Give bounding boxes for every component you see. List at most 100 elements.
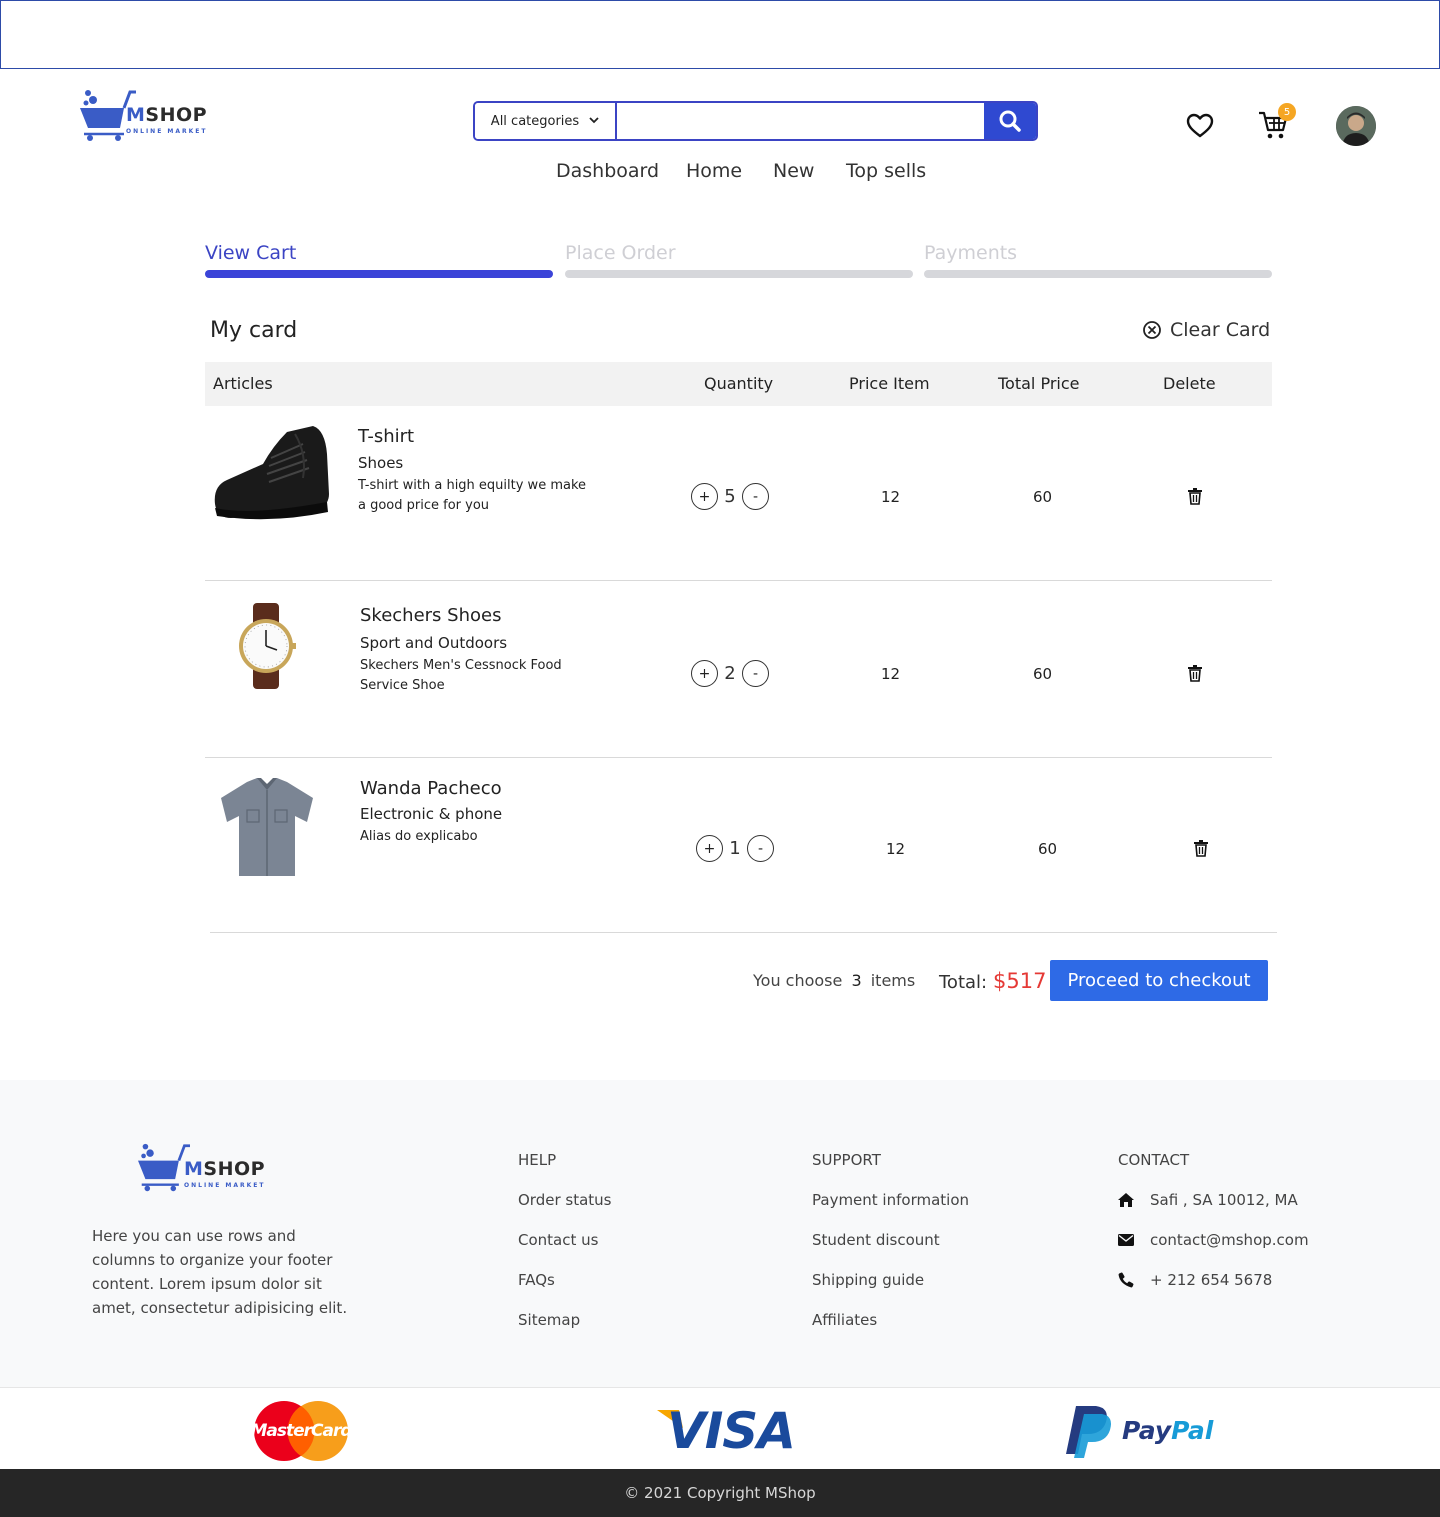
logo-tagline: ONLINE MARKET [126, 128, 208, 135]
table-row: Skechers Shoes Sport and Outdoors Skeche… [205, 581, 1272, 758]
col-total-price: Total Price [998, 374, 1080, 393]
product-image-shirt [217, 778, 317, 880]
nav-home[interactable]: Home [686, 160, 742, 182]
product-description: T-shirt with a high equilty we make a go… [358, 478, 587, 513]
quantity-value: 5 [724, 486, 736, 507]
product-category: Electronic & phone [360, 805, 503, 823]
quantity-decrease-button[interactable]: - [747, 835, 774, 862]
price-item: 12 [886, 840, 906, 858]
footer-contact-email[interactable]: contact@mshop.com [1118, 1231, 1309, 1249]
cart-count-badge: 5 [1278, 103, 1296, 121]
footer-link-order-status[interactable]: Order status [518, 1191, 612, 1209]
footer-logo-brand-rest: SHOP [203, 1158, 266, 1180]
total-price: 60 [1033, 488, 1053, 506]
footer-link-contact-us[interactable]: Contact us [518, 1231, 598, 1249]
items-count-prefix: You choose [753, 971, 843, 990]
close-circle-icon [1143, 321, 1161, 339]
step-bar-payments [924, 270, 1272, 278]
visa-text: VISA [667, 1402, 796, 1460]
product-category: Sport and Outdoors [360, 634, 508, 652]
copyright: © 2021 Copyright MShop [0, 1469, 1440, 1517]
footer-link-payment-information[interactable]: Payment information [812, 1191, 969, 1209]
price-item: 12 [881, 665, 901, 683]
footer-contact-address: Safi , SA 10012, MA [1118, 1191, 1298, 1209]
wishlist-button[interactable] [1185, 112, 1215, 140]
nav-new[interactable]: New [773, 160, 814, 182]
product-name[interactable]: Skechers Shoes [360, 605, 501, 626]
footer-link-faqs[interactable]: FAQs [518, 1271, 555, 1289]
col-quantity: Quantity [704, 374, 774, 393]
clear-card-button[interactable]: Clear Card [1142, 319, 1270, 341]
footer-address-text: Safi , SA 10012, MA [1150, 1191, 1298, 1209]
delete-item-button[interactable] [1188, 665, 1202, 686]
footer-logo[interactable]: MSHOP ONLINE MARKET [138, 1142, 266, 1192]
cart-logo-icon [138, 1142, 190, 1192]
footer-link-affiliates[interactable]: Affiliates [812, 1311, 877, 1329]
col-articles: Articles [213, 374, 273, 393]
product-category: Shoes [358, 454, 404, 472]
quantity-value: 2 [724, 663, 736, 684]
step-view-cart[interactable]: View Cart [205, 242, 296, 264]
nav-top-sells[interactable]: Top sells [846, 160, 926, 182]
clear-card-label: Clear Card [1170, 319, 1271, 341]
footer-contact-phone[interactable]: + 212 654 5678 [1118, 1271, 1272, 1289]
delete-item-button[interactable] [1194, 840, 1208, 861]
footer-description: Here you can use rows and columns to org… [92, 1227, 348, 1317]
summary-divider [210, 932, 1277, 933]
delete-item-button[interactable] [1188, 488, 1202, 509]
search-icon [999, 110, 1021, 132]
footer-logo-tagline: ONLINE MARKET [184, 1182, 266, 1189]
col-delete: Delete [1163, 374, 1216, 393]
quantity-decrease-button[interactable]: - [742, 483, 769, 510]
product-name[interactable]: Wanda Pacheco [360, 778, 502, 799]
proceed-to-checkout-button[interactable]: Proceed to checkout [1050, 960, 1268, 1001]
col-price-item: Price Item [849, 374, 930, 393]
quantity-increase-button[interactable]: + [696, 835, 723, 862]
visa-logo: VISA [657, 1402, 799, 1460]
main-nav: Dashboard Home New Top sells [0, 160, 1440, 186]
product-image-sneaker [211, 424, 331, 526]
footer-link-shipping-guide[interactable]: Shipping guide [812, 1271, 924, 1289]
envelope-icon [1118, 1234, 1134, 1246]
quantity-increase-button[interactable]: + [691, 660, 718, 687]
phone-icon [1118, 1272, 1134, 1288]
header-logo[interactable]: MSHOP ONLINE MARKET [80, 88, 208, 141]
trash-icon [1188, 488, 1202, 505]
items-count-suffix: items [870, 971, 916, 990]
footer-contact-heading: CONTACT [1118, 1151, 1190, 1169]
paypal-text-pay: Pay [1122, 1416, 1172, 1445]
mastercard-logo: MasterCard [248, 1399, 354, 1463]
quantity-increase-button[interactable]: + [691, 483, 718, 510]
footer-email-text: contact@mshop.com [1150, 1231, 1309, 1249]
logo-brand-rest: SHOP [145, 104, 208, 126]
nav-dashboard[interactable]: Dashboard [556, 160, 659, 182]
step-bar-view-cart [205, 270, 553, 278]
home-icon [1118, 1193, 1134, 1207]
top-banner [0, 0, 1440, 69]
category-select[interactable]: All categories [475, 103, 617, 139]
trash-icon [1194, 840, 1208, 857]
total-value: $517 [993, 969, 1047, 993]
product-description: Alias do explicabo [360, 829, 478, 844]
total-price: 60 [1038, 840, 1058, 858]
search-input[interactable] [617, 103, 984, 139]
items-count-value: 3 [851, 971, 862, 990]
items-count-text: You choose 3 items [753, 971, 915, 990]
avatar[interactable] [1336, 106, 1376, 146]
step-payments[interactable]: Payments [924, 242, 1017, 264]
cart-logo-icon [80, 88, 136, 141]
step-place-order[interactable]: Place Order [565, 242, 676, 264]
footer-link-student-discount[interactable]: Student discount [812, 1231, 940, 1249]
quantity-stepper: + 5 - [691, 483, 769, 510]
table-row: Wanda Pacheco Electronic & phone Alias d… [205, 758, 1272, 932]
product-image-watch [235, 603, 297, 693]
footer-link-sitemap[interactable]: Sitemap [518, 1311, 580, 1329]
search-button[interactable] [984, 103, 1036, 139]
product-name[interactable]: T-shirt [358, 426, 414, 447]
trash-icon [1188, 665, 1202, 682]
quantity-stepper: + 2 - [691, 660, 769, 687]
search-bar: All categories [473, 101, 1038, 141]
footer-support-heading: SUPPORT [812, 1151, 881, 1169]
price-item: 12 [881, 488, 901, 506]
quantity-decrease-button[interactable]: - [742, 660, 769, 687]
